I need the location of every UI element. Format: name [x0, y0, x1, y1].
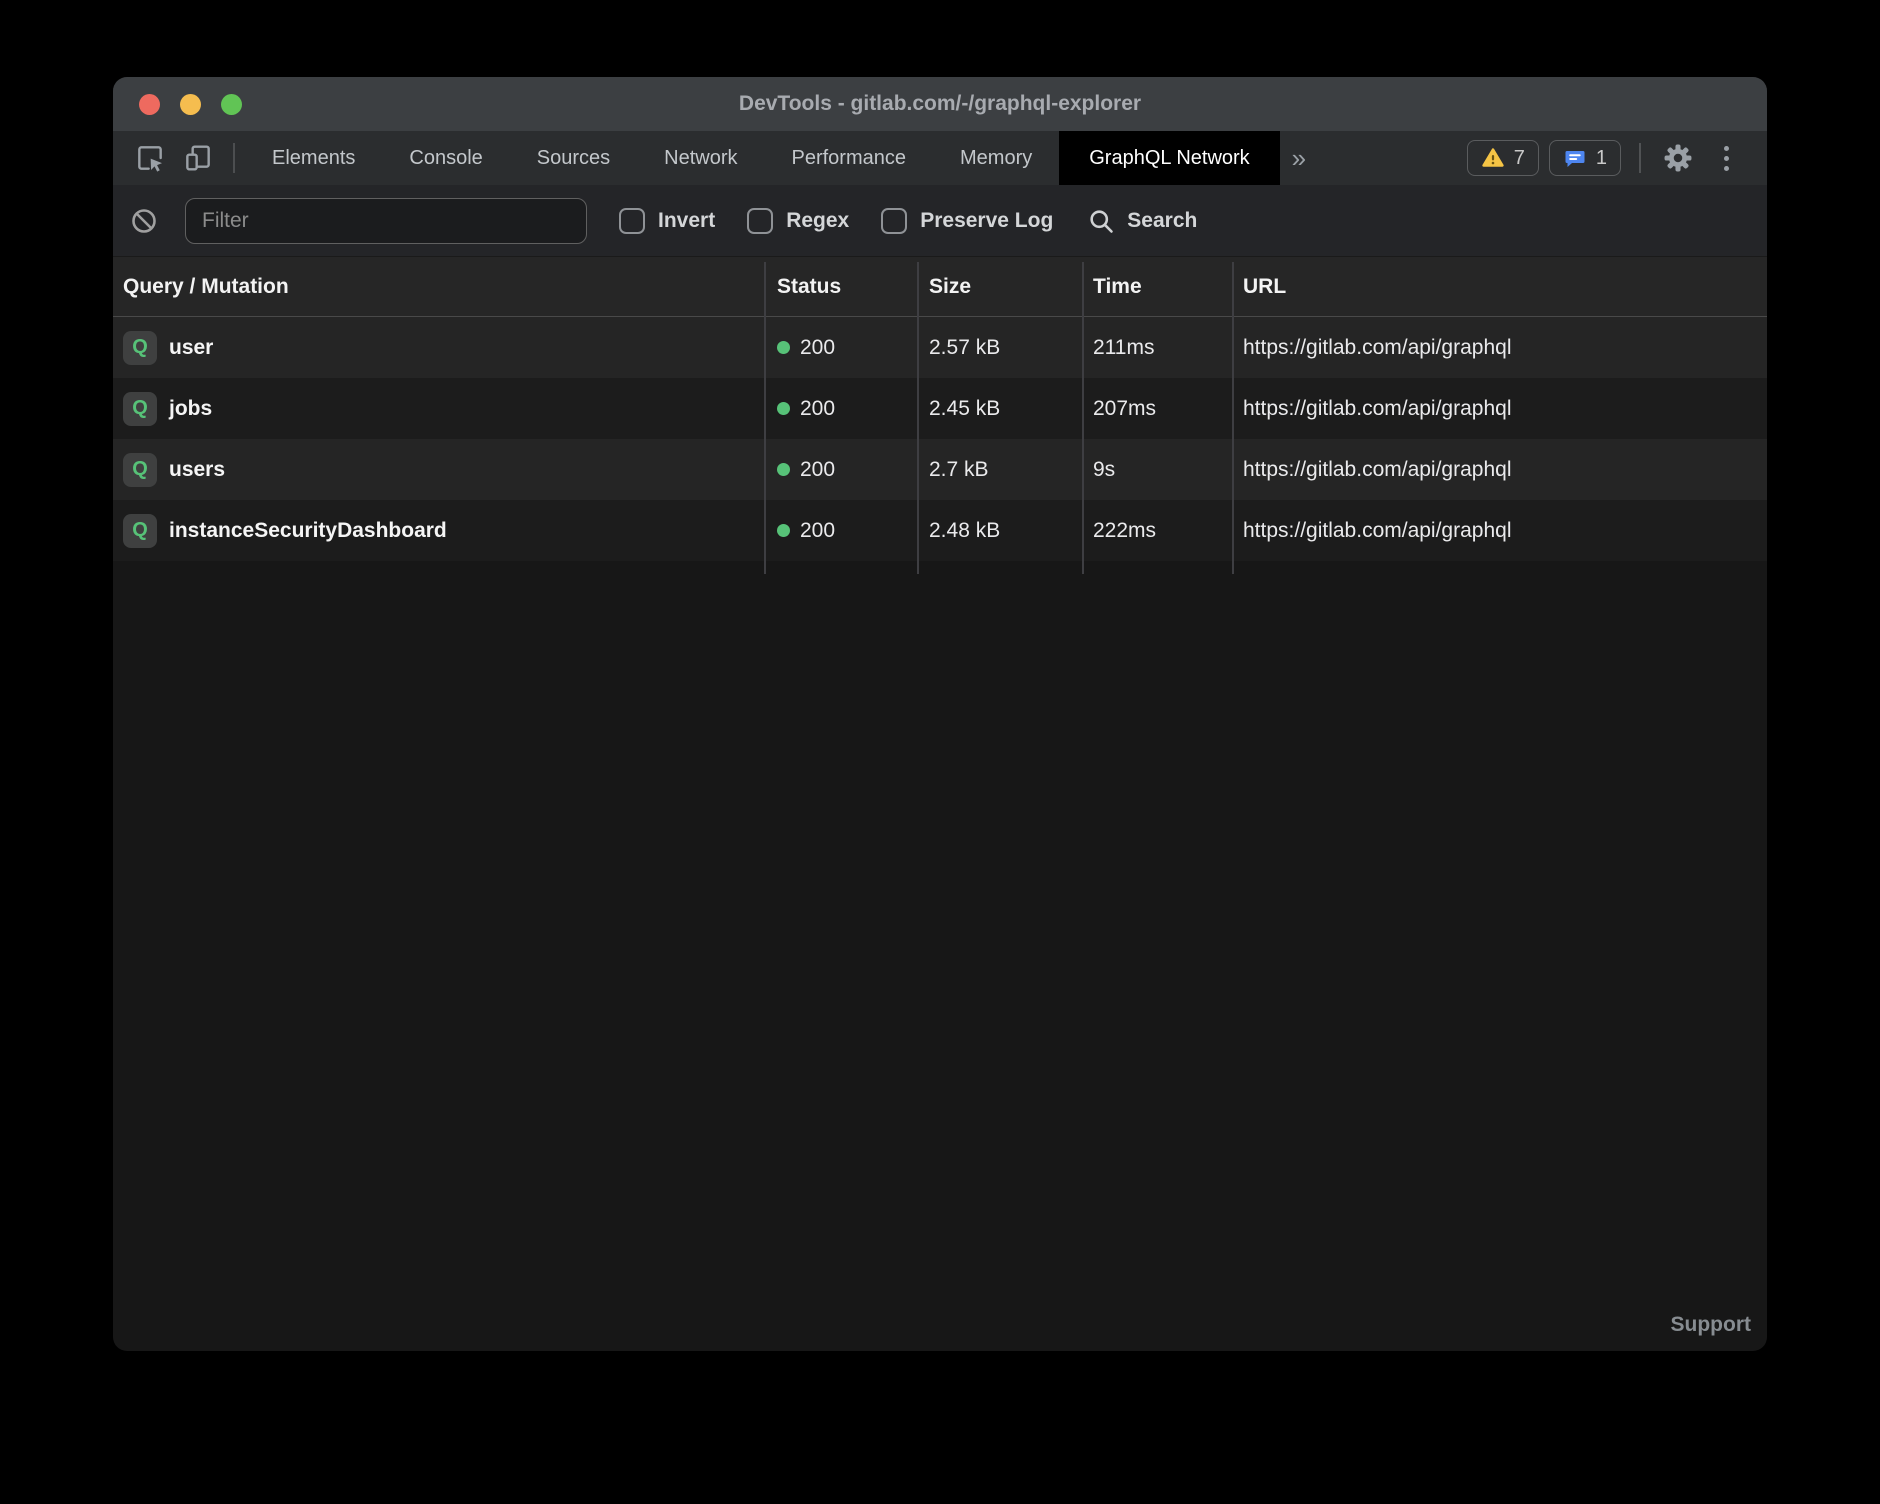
regex-checkbox[interactable] [747, 208, 773, 234]
requests-table: Query / Mutation Status Size Time URL Q … [113, 257, 1767, 561]
zoom-button[interactable] [221, 94, 242, 115]
close-button[interactable] [139, 94, 160, 115]
clear-requests-button[interactable] [129, 207, 159, 235]
column-header-query-mutation[interactable]: Query / Mutation [113, 275, 764, 299]
query-name: user [169, 336, 213, 360]
block-circle-icon [130, 207, 158, 235]
main-menu-button[interactable] [1707, 131, 1745, 185]
preserve-log-label: Preserve Log [920, 209, 1053, 233]
filter-input[interactable] [185, 198, 587, 244]
query-type-badge: Q [123, 453, 157, 487]
message-bubble-icon [1563, 146, 1587, 170]
preserve-log-checkbox[interactable] [881, 208, 907, 234]
filter-toolbar: Invert Regex Preserve Log Search [113, 185, 1767, 257]
status-dot [777, 402, 790, 415]
devtools-window: DevTools - gitlab.com/-/graphql-explorer… [113, 77, 1767, 1351]
invert-label: Invert [658, 209, 715, 233]
gear-icon [1661, 141, 1695, 175]
status-code: 200 [800, 458, 835, 482]
column-header-url[interactable]: URL [1232, 275, 1767, 299]
tab-graphql-network[interactable]: GraphQL Network [1059, 131, 1279, 185]
column-header-size[interactable]: Size [917, 275, 1082, 299]
inspect-element-button[interactable] [133, 131, 167, 185]
search-icon [1087, 207, 1115, 235]
messages-badge[interactable]: 1 [1549, 140, 1621, 176]
column-header-time[interactable]: Time [1082, 275, 1232, 299]
time-cell: 207ms [1082, 397, 1232, 421]
double-chevron-icon: » [1292, 143, 1306, 174]
time-cell: 9s [1082, 458, 1232, 482]
url-cell: https://gitlab.com/api/graphql [1232, 458, 1767, 482]
settings-button[interactable] [1659, 131, 1697, 185]
url-cell: https://gitlab.com/api/graphql [1232, 519, 1767, 543]
warnings-count: 7 [1514, 147, 1525, 170]
search-label: Search [1127, 209, 1197, 233]
time-cell: 222ms [1082, 519, 1232, 543]
invert-option: Invert [619, 208, 715, 234]
table-header: Query / Mutation Status Size Time URL [113, 257, 1767, 317]
table-row[interactable]: Q user 200 2.57 kB 211ms https://gitlab.… [113, 317, 1767, 378]
tabbar-separator [233, 143, 235, 173]
url-cell: https://gitlab.com/api/graphql [1232, 397, 1767, 421]
status-dot [777, 463, 790, 476]
regex-label: Regex [786, 209, 849, 233]
tab-console[interactable]: Console [382, 131, 509, 185]
size-cell: 2.48 kB [917, 519, 1082, 543]
tab-sources[interactable]: Sources [510, 131, 637, 185]
query-name: users [169, 458, 225, 482]
query-type-badge: Q [123, 331, 157, 365]
table-row[interactable]: Q users 200 2.7 kB 9s https://gitlab.com… [113, 439, 1767, 500]
kebab-menu-icon [1724, 146, 1729, 171]
status-dot [777, 524, 790, 537]
regex-option: Regex [747, 208, 849, 234]
tab-memory[interactable]: Memory [933, 131, 1059, 185]
status-code: 200 [800, 336, 835, 360]
status-dot [777, 341, 790, 354]
status-code: 200 [800, 519, 835, 543]
titlebar: DevTools - gitlab.com/-/graphql-explorer [113, 77, 1767, 131]
invert-checkbox[interactable] [619, 208, 645, 234]
preserve-log-option: Preserve Log [881, 208, 1053, 234]
query-type-badge: Q [123, 514, 157, 548]
query-name: instanceSecurityDashboard [169, 519, 447, 543]
traffic-lights [139, 77, 242, 131]
support-link[interactable]: Support [1671, 1313, 1751, 1337]
tab-performance[interactable]: Performance [765, 131, 934, 185]
warning-triangle-icon [1481, 146, 1505, 170]
device-toolbar-icon [182, 142, 214, 174]
warnings-badge[interactable]: 7 [1467, 140, 1539, 176]
window-title: DevTools - gitlab.com/-/graphql-explorer [739, 92, 1141, 116]
search-button[interactable]: Search [1087, 207, 1197, 235]
controls-separator [1639, 143, 1641, 173]
device-toolbar-button[interactable] [181, 131, 215, 185]
status-code: 200 [800, 397, 835, 421]
size-cell: 2.45 kB [917, 397, 1082, 421]
table-row[interactable]: Q jobs 200 2.45 kB 207ms https://gitlab.… [113, 378, 1767, 439]
time-cell: 211ms [1082, 336, 1232, 360]
size-cell: 2.7 kB [917, 458, 1082, 482]
minimize-button[interactable] [180, 94, 201, 115]
table-row[interactable]: Q instanceSecurityDashboard 200 2.48 kB … [113, 500, 1767, 561]
size-cell: 2.57 kB [917, 336, 1082, 360]
query-type-badge: Q [123, 392, 157, 426]
tab-elements[interactable]: Elements [245, 131, 382, 185]
inspect-cursor-icon [134, 142, 166, 174]
tabbar-controls: 7 1 [1467, 131, 1745, 185]
messages-count: 1 [1596, 147, 1607, 170]
more-tabs-button[interactable]: » [1280, 131, 1318, 185]
tab-network[interactable]: Network [637, 131, 764, 185]
query-name: jobs [169, 397, 212, 421]
column-header-status[interactable]: Status [764, 275, 917, 299]
devtools-tabbar: Elements Console Sources Network Perform… [113, 131, 1767, 185]
url-cell: https://gitlab.com/api/graphql [1232, 336, 1767, 360]
